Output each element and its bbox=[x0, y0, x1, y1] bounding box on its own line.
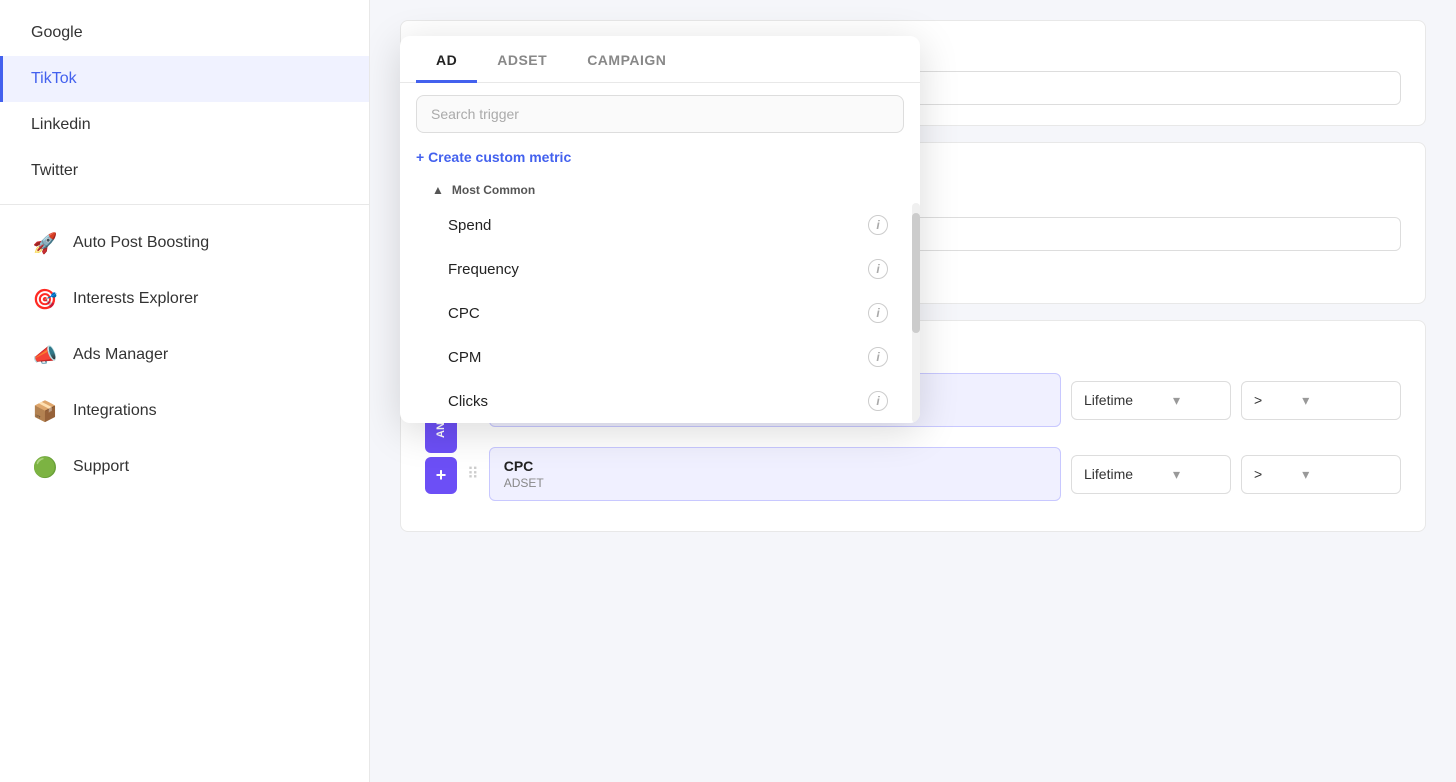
chevron-down-icon: ▾ bbox=[1173, 392, 1180, 409]
condition-time-period-2[interactable]: Lifetime ▾ bbox=[1071, 455, 1231, 494]
scrollbar-thumb bbox=[912, 213, 920, 333]
condition-operator-1[interactable]: > ▾ bbox=[1241, 381, 1401, 420]
sidebar-item-integrations[interactable]: 📦 Integrations bbox=[0, 383, 369, 439]
sidebar-item-linkedin[interactable]: Linkedin bbox=[0, 102, 369, 148]
info-icon[interactable]: i bbox=[868, 303, 888, 323]
megaphone-icon: 📣 bbox=[31, 341, 59, 369]
info-icon[interactable]: i bbox=[868, 347, 888, 367]
main-content: Ad Account SD_Convert Task Action Notify… bbox=[370, 0, 1456, 782]
chevron-down-icon: ▾ bbox=[1302, 392, 1309, 409]
dropdown-section-label: ▲ Most Common bbox=[400, 175, 920, 203]
tab-adset[interactable]: ADSET bbox=[477, 36, 567, 83]
tab-campaign[interactable]: CAMPAIGN bbox=[567, 36, 686, 83]
rocket-icon: 🚀 bbox=[31, 229, 59, 257]
sidebar-item-tiktok[interactable]: TikTok bbox=[0, 56, 369, 102]
chevron-down-icon: ▾ bbox=[1302, 466, 1309, 483]
dropdown-item-clicks[interactable]: Clicks i bbox=[400, 379, 920, 423]
dropdown-item-cpc[interactable]: CPC i bbox=[400, 291, 920, 335]
condition-field-name: CPC bbox=[504, 458, 1046, 474]
integrations-icon: 📦 bbox=[31, 397, 59, 425]
drag-handle-icon[interactable]: ⠿ bbox=[467, 464, 479, 484]
search-input[interactable] bbox=[416, 95, 904, 133]
dropdown-item-spend[interactable]: Spend i bbox=[400, 203, 920, 247]
sidebar-item-ads-manager[interactable]: 📣 Ads Manager bbox=[0, 327, 369, 383]
condition-field-cpc[interactable]: CPC ADSET bbox=[489, 447, 1061, 501]
dropdown-items-list: Spend i Frequency i CPC i CPM i Clicks bbox=[400, 203, 920, 423]
scrollbar[interactable] bbox=[912, 203, 920, 423]
tab-ad[interactable]: AD bbox=[416, 36, 477, 83]
dropdown-item-cpm[interactable]: CPM i bbox=[400, 335, 920, 379]
sidebar-divider bbox=[0, 204, 369, 205]
condition-operator-2[interactable]: > ▾ bbox=[1241, 455, 1401, 494]
info-icon[interactable]: i bbox=[868, 391, 888, 411]
target-icon: 🎯 bbox=[31, 285, 59, 313]
sidebar-item-interests-explorer[interactable]: 🎯 Interests Explorer bbox=[0, 271, 369, 327]
trigger-dropdown: AD ADSET CAMPAIGN + Create custom metric… bbox=[400, 36, 920, 423]
info-icon[interactable]: i bbox=[868, 259, 888, 279]
sidebar-item-support[interactable]: 🟢 Support bbox=[0, 439, 369, 495]
condition-time-period-1[interactable]: Lifetime ▾ bbox=[1071, 381, 1231, 420]
sidebar-item-twitter[interactable]: Twitter bbox=[0, 148, 369, 194]
dropdown-tabs: AD ADSET CAMPAIGN bbox=[400, 36, 920, 83]
dropdown-item-frequency[interactable]: Frequency i bbox=[400, 247, 920, 291]
condition-field-type: ADSET bbox=[504, 476, 1046, 490]
chevron-down-icon: ▾ bbox=[1173, 466, 1180, 483]
sidebar-item-auto-post-boosting[interactable]: 🚀 Auto Post Boosting bbox=[0, 215, 369, 271]
condition-row: ⠿ CPC ADSET Lifetime ▾ > ▾ bbox=[467, 447, 1401, 501]
sidebar: Google TikTok Linkedin Twitter 🚀 Auto Po… bbox=[0, 0, 370, 782]
create-custom-metric-button[interactable]: + Create custom metric bbox=[400, 145, 920, 175]
info-icon[interactable]: i bbox=[868, 215, 888, 235]
add-condition-button[interactable]: + bbox=[425, 457, 457, 494]
collapse-icon[interactable]: ▲ bbox=[432, 183, 444, 197]
support-icon: 🟢 bbox=[31, 453, 59, 481]
sidebar-item-google[interactable]: Google bbox=[0, 10, 369, 56]
dropdown-search-container bbox=[400, 83, 920, 145]
